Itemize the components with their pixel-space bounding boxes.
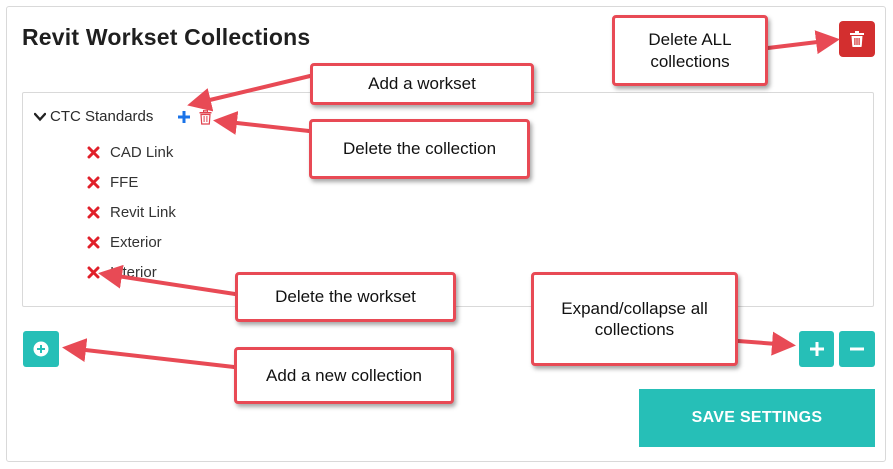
workset-label: CAD Link xyxy=(110,144,174,161)
minus-icon xyxy=(850,347,864,351)
delete-workset-icon[interactable] xyxy=(87,206,100,219)
add-collection-button[interactable] xyxy=(23,331,59,367)
delete-workset-icon[interactable] xyxy=(87,146,100,159)
collection-row[interactable]: CTC Standards xyxy=(34,108,153,125)
chevron-down-icon[interactable] xyxy=(34,111,46,123)
plus-icon xyxy=(809,342,824,356)
workset-label: Interior xyxy=(110,264,157,281)
workset-item: Exterior xyxy=(87,234,162,251)
page-title: Revit Workset Collections xyxy=(22,24,311,50)
workset-label: Exterior xyxy=(110,234,162,251)
delete-workset-icon[interactable] xyxy=(87,236,100,249)
collapse-all-button[interactable] xyxy=(839,331,875,367)
workset-item: Interior xyxy=(87,264,157,281)
expand-all-button[interactable] xyxy=(799,331,834,367)
workset-item: Revit Link xyxy=(87,204,176,221)
callout-delete-all: Delete ALL collections xyxy=(612,15,768,86)
delete-workset-icon[interactable] xyxy=(87,176,100,189)
callout-add-workset: Add a workset xyxy=(310,63,534,105)
callout-add-collection: Add a new collection xyxy=(234,347,454,404)
workset-label: FFE xyxy=(110,174,139,191)
delete-workset-icon[interactable] xyxy=(87,266,100,279)
workset-label: Revit Link xyxy=(110,204,176,221)
plus-circle-icon xyxy=(33,341,49,357)
delete-all-collections-button[interactable] xyxy=(839,21,875,57)
save-settings-button[interactable]: SAVE SETTINGS xyxy=(639,389,875,447)
delete-collection-icon[interactable] xyxy=(199,109,212,125)
callout-delete-workset: Delete the workset xyxy=(235,272,456,322)
trash-icon xyxy=(850,31,864,47)
collection-name: CTC Standards xyxy=(50,108,154,125)
callout-expand-collapse: Expand/collapse all collections xyxy=(531,272,738,366)
add-workset-icon[interactable] xyxy=(177,110,191,124)
callout-delete-collection: Delete the collection xyxy=(309,119,530,179)
workset-item: CAD Link xyxy=(87,144,173,161)
workset-item: FFE xyxy=(87,174,138,191)
